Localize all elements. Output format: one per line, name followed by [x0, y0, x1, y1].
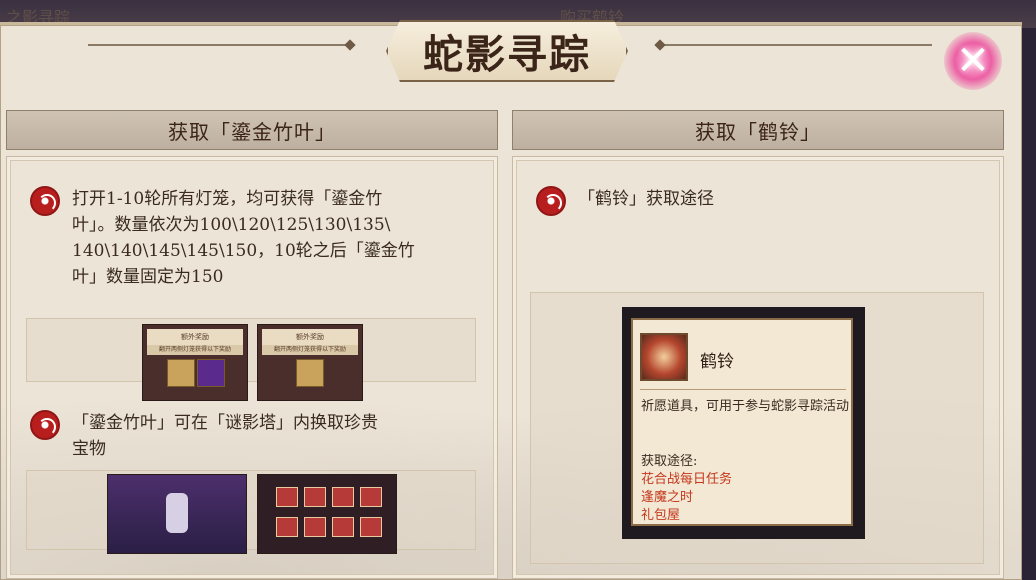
left-section-header: 获取「鎏金竹叶」 [6, 110, 498, 150]
shop-item-icon [276, 487, 298, 507]
leaf-text-line: 140\140\145\145\150，10轮之后「鎏金竹 [72, 241, 415, 261]
item-source-entry: 花合战每日任务 [641, 472, 733, 487]
tower-figure [166, 493, 188, 533]
leaf-reward-icon [167, 359, 195, 387]
seal-emblem-icon [30, 410, 60, 440]
exchange-text-line: 宝物 [72, 439, 106, 459]
leaf-reward-icon [296, 359, 324, 387]
exchange-text-line: 「鎏金竹叶」可在「谜影塔」内换取珍贵 [72, 413, 378, 433]
close-button[interactable]: ✕ [944, 32, 1002, 90]
tower-preview-strip [26, 470, 476, 550]
item-divider [640, 389, 846, 390]
shop-item-icon [360, 487, 382, 507]
tower-preview-image [107, 474, 247, 554]
reward-preview-subtitle: 翻开两侧灯笼获得以下奖励 [262, 345, 358, 355]
shop-item-icon [360, 517, 382, 537]
title-divider-left [88, 44, 350, 46]
leaf-acquire-text: 打开1-10轮所有灯笼，均可获得「鎏金竹 叶」。数量依次为100\120\125… [72, 186, 482, 290]
shop-item-icon [276, 517, 298, 537]
leaf-text-line: 叶」。数量依次为100\120\125\130\135\ [72, 215, 391, 235]
bell-acquire-subtitle: 「鹤铃」获取途径 [578, 189, 714, 209]
page-title: 蛇影寻踪 [386, 20, 628, 82]
title-divider-right [660, 44, 932, 46]
item-name: 鹤铃 [700, 352, 734, 372]
seal-emblem-icon [536, 186, 566, 216]
shop-item-icon [304, 487, 326, 507]
leaf-text-line: 叶」数量固定为150 [72, 267, 224, 287]
leaf-text-line: 打开1-10轮所有灯笼，均可获得「鎏金竹 [72, 189, 383, 209]
seal-emblem-icon [30, 186, 60, 216]
shop-preview-image [257, 474, 397, 554]
item-description: 祈愿道具，可用于参与蛇影寻踪活动 [641, 399, 850, 414]
reward-preview-title: 额外奖励 [262, 329, 358, 345]
item-source-entry: 逢魔之时 [641, 490, 694, 505]
shop-item-icon [304, 517, 326, 537]
right-section-header: 获取「鹤铃」 [512, 110, 1004, 150]
purple-reward-icon [197, 359, 225, 387]
reward-preview-subtitle: 翻开两侧灯笼获得以下奖励 [147, 345, 243, 355]
item-source-entry: 礼包屋 [641, 508, 681, 523]
leaf-exchange-text: 「鎏金竹叶」可在「谜影塔」内换取珍贵 宝物 [72, 410, 482, 462]
reward-preview-strip [26, 318, 476, 382]
reward-preview-image: 额外奖励 翻开两侧灯笼获得以下奖励 [257, 324, 363, 401]
shop-item-icon [332, 517, 354, 537]
close-icon: ✕ [956, 38, 990, 84]
reward-preview-image: 额外奖励 翻开两侧灯笼获得以下奖励 [142, 324, 248, 401]
crane-bell-icon [640, 333, 688, 381]
item-source-label: 获取途径: [641, 454, 698, 469]
shop-item-icon [332, 487, 354, 507]
reward-preview-title: 额外奖励 [147, 329, 243, 345]
